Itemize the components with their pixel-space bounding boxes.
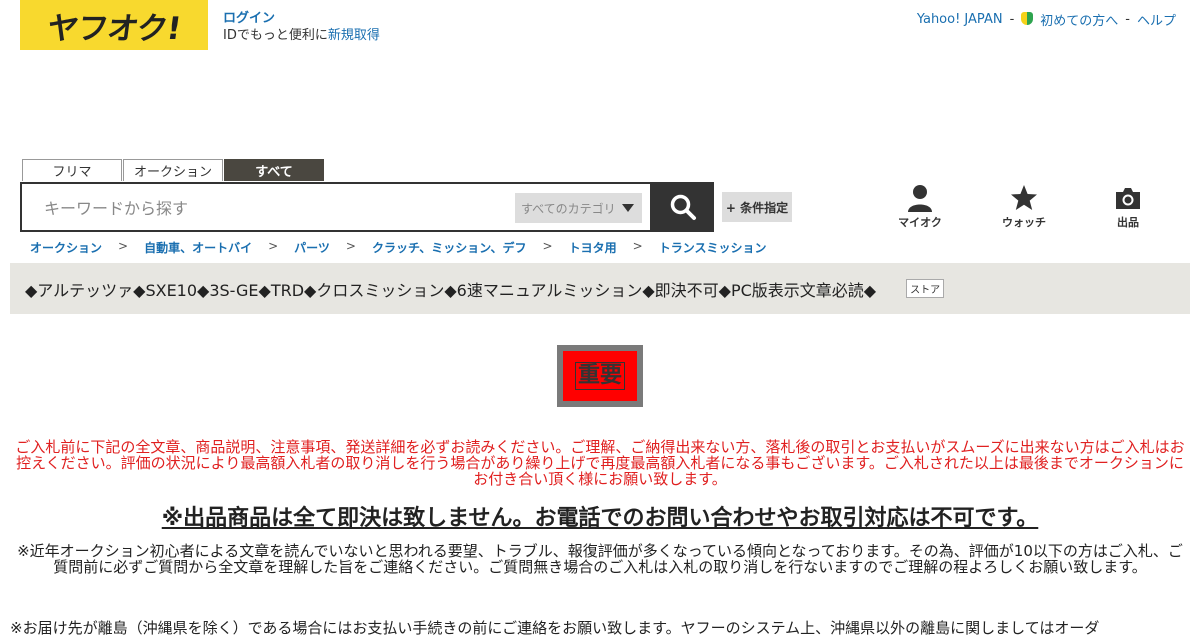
watch-label: ウォッチ (1002, 216, 1046, 229)
headline-text: ※出品商品は全て即決は致しません。お電話でのお問い合わせやお取引対応は不可です。 (161, 506, 1039, 531)
note-text: ※近年オークション初心者による文章を読んでいないと思われる要望、トラブル、報復評… (17, 542, 1183, 576)
category-select-label: すべてのカテゴリ (521, 201, 616, 216)
item-title: ◆アルテッツァ◆SXE10◆3S-GE◆TRD◆クロスミッション◆6速マニュアル… (25, 280, 877, 300)
tab-flea-market[interactable]: フリマ (22, 159, 122, 181)
store-badge: ストア (906, 279, 945, 298)
breadcrumb-separator: > (542, 239, 553, 253)
breadcrumb-separator: > (632, 239, 643, 253)
item-title-bar: ◆アルテッツァ◆SXE10◆3S-GE◆TRD◆クロスミッション◆6速マニュアル… (10, 263, 1190, 314)
tab-all[interactable]: すべて (224, 159, 324, 181)
help-link[interactable]: ヘルプ (1137, 10, 1176, 29)
watch-button[interactable]: ウォッチ (989, 184, 1059, 230)
category-select[interactable]: すべてのカテゴリ (515, 193, 642, 223)
note-text-2: ※お届け先が離島（沖縄県を除く）である場合にはお支払い手続きの前にご連絡をお願い… (10, 620, 1100, 636)
breadcrumb-separator: > (345, 239, 356, 253)
register-link[interactable]: 新規取得 (328, 28, 380, 43)
logo-text: ヤフオク! (44, 10, 183, 47)
camera-icon (1116, 188, 1140, 209)
breadcrumb-item[interactable]: トランスミッション (659, 239, 767, 256)
separator: - (1009, 12, 1015, 27)
separator: - (1125, 12, 1130, 27)
condition-button[interactable]: + 条件指定 (722, 192, 792, 222)
top-links: Yahoo! JAPAN - 初めての方へ - ヘルプ (917, 10, 1176, 29)
search-tabs: フリマ オークション すべて (22, 159, 324, 181)
search-box: すべてのカテゴリ (20, 182, 652, 232)
star-icon (1011, 185, 1037, 210)
person-icon (908, 185, 932, 212)
my-auction-label: マイオク (898, 216, 942, 229)
sell-label: 出品 (1117, 216, 1139, 229)
beginner-mark-icon (1021, 12, 1034, 27)
first-time-link[interactable]: 初めての方へ (1040, 10, 1118, 29)
tab-auction[interactable]: オークション (123, 159, 223, 181)
important-banner: 重要 (557, 345, 643, 407)
sell-button[interactable]: 出品 (1093, 184, 1163, 230)
breadcrumb-item[interactable]: パーツ (294, 239, 330, 256)
breadcrumb-item[interactable]: 自動車、オートバイ (144, 239, 252, 256)
yahuoku-logo[interactable]: ヤフオク! (20, 0, 208, 50)
yahoo-japan-link[interactable]: Yahoo! JAPAN (917, 12, 1003, 27)
login-note: IDでもっと便利に (223, 28, 328, 43)
warning-text: ご入札前に下記の全文章、商品説明、注意事項、発送詳細を必ずお読みください。ご理解… (15, 438, 1185, 488)
login-link[interactable]: ログイン (223, 11, 275, 26)
breadcrumb: オークション > 自動車、オートバイ > パーツ > クラッチ、ミッション、デフ… (30, 239, 766, 256)
breadcrumb-separator: > (268, 239, 279, 253)
magnifier-icon (670, 194, 696, 220)
breadcrumb-item[interactable]: クラッチ、ミッション、デフ (372, 239, 527, 256)
breadcrumb-item[interactable]: トヨタ用 (569, 239, 617, 256)
triangle-down-icon (622, 204, 634, 212)
search-input[interactable] (42, 184, 516, 232)
my-auction-button[interactable]: マイオク (885, 184, 955, 230)
breadcrumb-item[interactable]: オークション (30, 239, 102, 256)
login-area: ログイン IDでもっと便利に新規取得 (223, 10, 380, 44)
search-button[interactable] (652, 182, 714, 232)
breadcrumb-separator: > (118, 239, 129, 253)
important-label: 重要 (574, 362, 625, 390)
